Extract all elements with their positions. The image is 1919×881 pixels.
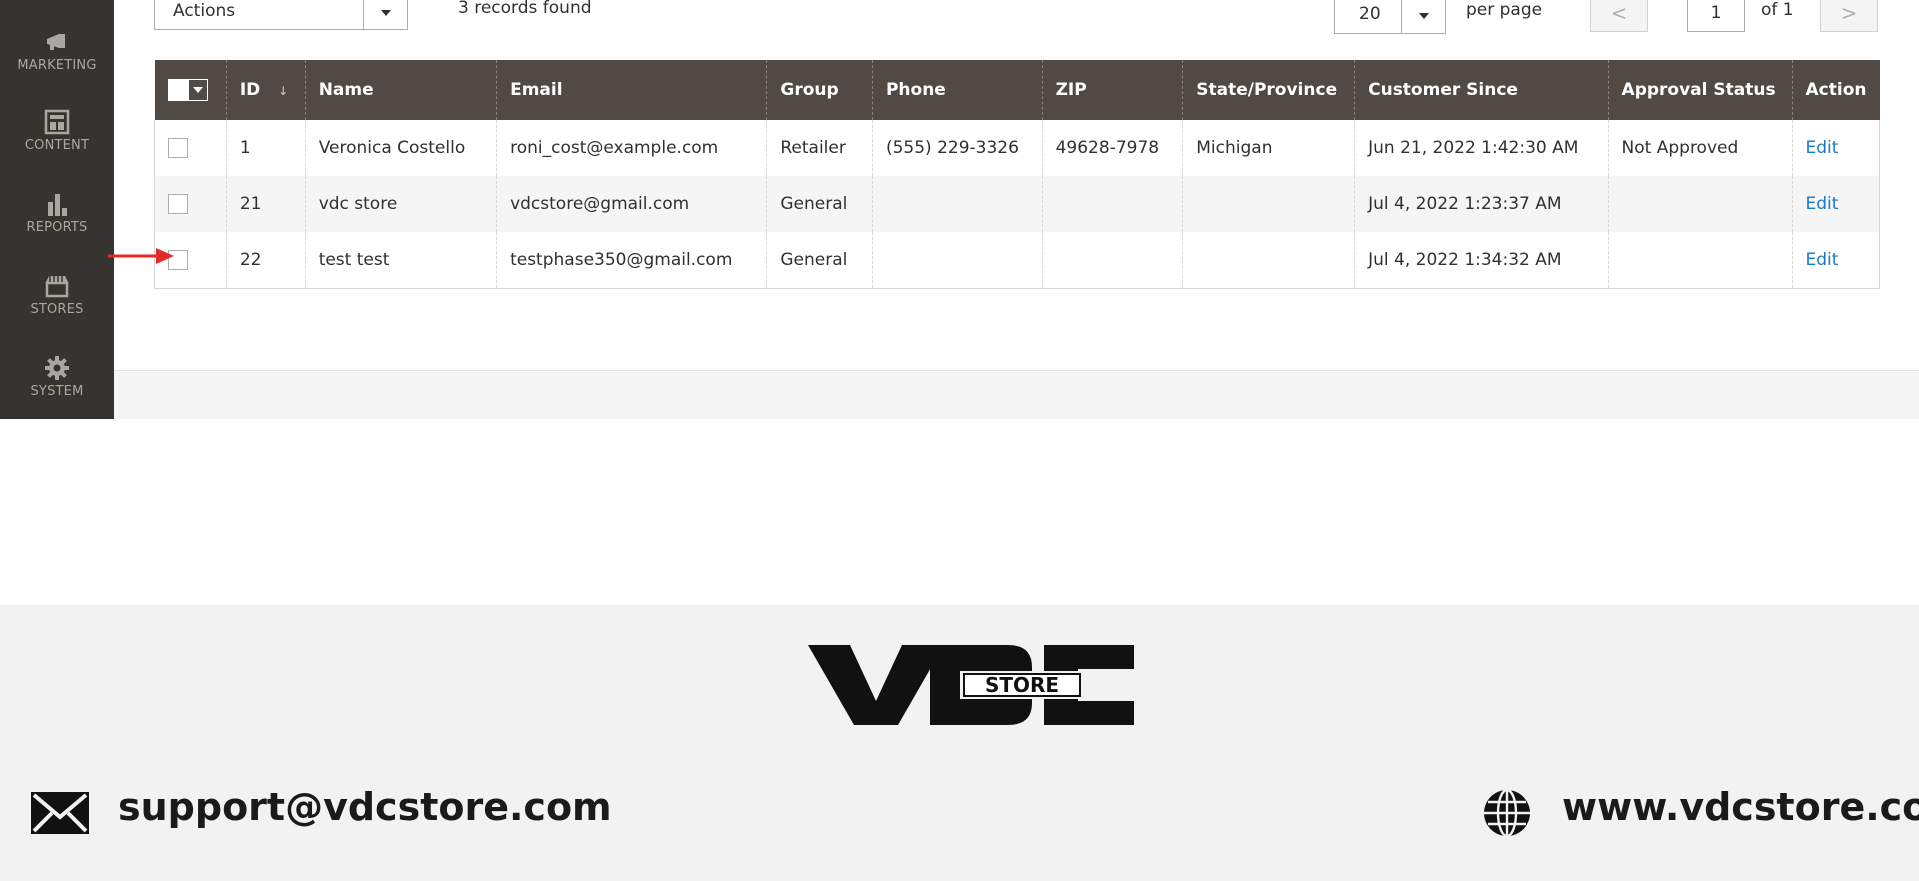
row-select-cell	[154, 120, 227, 176]
cell-group: General	[766, 232, 873, 289]
sidebar-item-label: CONTENT	[24, 138, 90, 153]
cell-phone	[871, 176, 1043, 232]
cell-customer-since: Jun 21, 2022 1:42:30 AM	[1354, 120, 1609, 176]
actions-dropdown-toggle[interactable]	[363, 0, 407, 29]
cell-id: 22	[225, 232, 306, 289]
grid-header-row: ID ↓ Name Email Group Phone ZIP State/Pro…	[154, 60, 1880, 120]
chevron-left-icon: <	[1610, 1, 1628, 25]
column-header-name[interactable]: Name	[304, 60, 497, 120]
edit-link[interactable]: Edit	[1806, 138, 1839, 158]
page-total: of 1	[1761, 0, 1794, 20]
previous-page-button[interactable]: <	[1590, 0, 1648, 32]
column-header-action: Action	[1791, 60, 1880, 120]
cell-id: 1	[225, 120, 306, 176]
sidebar-item-system[interactable]: SYSTEM	[0, 354, 114, 434]
promo-footer: STORE support@vdcstore.com www.vdcstore.…	[0, 605, 1919, 881]
cell-name: Veronica Costello	[304, 120, 497, 176]
cell-state	[1182, 176, 1355, 232]
sort-down-icon: ↓	[278, 84, 289, 98]
column-header-phone[interactable]: Phone	[871, 60, 1043, 120]
storefront-icon	[45, 276, 69, 298]
bar-chart-icon	[48, 194, 67, 216]
column-header-approval-status[interactable]: Approval Status	[1607, 60, 1793, 120]
cell-group: General	[766, 176, 873, 232]
table-row: 22 test test testphase350@gmail.com Gene…	[154, 232, 1881, 289]
website-url[interactable]: www.vdcstore.com	[1562, 785, 1919, 829]
cell-email: roni_cost@example.com	[496, 120, 767, 176]
actions-dropdown[interactable]: Actions	[154, 0, 408, 30]
layout-icon	[44, 109, 70, 135]
sidebar-item-reports[interactable]: REPORTS	[0, 190, 114, 270]
column-header-email[interactable]: Email	[496, 60, 767, 120]
cell-approval-status: Not Approved	[1607, 120, 1793, 176]
column-header-state[interactable]: State/Province	[1182, 60, 1355, 120]
records-count: 3 records found	[458, 0, 592, 18]
column-header-zip[interactable]: ZIP	[1041, 60, 1183, 120]
logo-badge-text: STORE	[985, 673, 1059, 697]
admin-sidebar: MARKETING CONTENT REPORTS STORES SYSTEM	[0, 0, 114, 419]
support-email[interactable]: support@vdcstore.com	[118, 785, 612, 829]
cell-zip	[1041, 176, 1183, 232]
megaphone-icon	[47, 34, 65, 50]
cell-phone: (555) 229-3326	[871, 120, 1043, 176]
mail-icon	[31, 792, 89, 834]
row-checkbox[interactable]	[168, 194, 188, 214]
cell-customer-since: Jul 4, 2022 1:34:32 AM	[1354, 232, 1609, 289]
edit-link[interactable]: Edit	[1806, 250, 1839, 270]
column-header-group[interactable]: Group	[766, 60, 873, 120]
globe-icon	[1484, 788, 1530, 838]
cell-name: vdc store	[304, 176, 497, 232]
cell-customer-since: Jul 4, 2022 1:23:37 AM	[1354, 176, 1609, 232]
sidebar-item-label: STORES	[30, 302, 84, 317]
chevron-right-icon: >	[1840, 1, 1858, 25]
cell-action: Edit	[1791, 232, 1881, 289]
sidebar-item-stores[interactable]: STORES	[0, 272, 114, 352]
cell-group: Retailer	[766, 120, 873, 176]
cell-state	[1182, 232, 1355, 289]
caret-down-icon	[1418, 13, 1429, 19]
red-arrow-annotation-icon	[108, 248, 174, 264]
admin-screenshot: MARKETING CONTENT REPORTS STORES SYSTEM …	[0, 0, 1919, 419]
per-page-label: per page	[1466, 0, 1543, 20]
cell-name: test test	[304, 232, 497, 289]
sidebar-item-label: MARKETING	[17, 58, 97, 73]
cell-phone	[871, 232, 1043, 289]
gear-icon	[45, 356, 69, 380]
cell-email: testphase350@gmail.com	[496, 232, 767, 289]
per-page-value: 20	[1359, 4, 1381, 24]
cell-id: 21	[225, 176, 306, 232]
mass-select-header[interactable]	[154, 60, 227, 120]
table-row: 21 vdc store vdcstore@gmail.com General …	[154, 176, 1881, 232]
cell-zip: 49628-7978	[1041, 120, 1183, 176]
vdc-store-logo: STORE	[808, 645, 1134, 725]
sidebar-item-label: REPORTS	[26, 220, 88, 235]
cell-action: Edit	[1791, 120, 1881, 176]
customer-grid: ID ↓ Name Email Group Phone ZIP State/Pro…	[154, 60, 1881, 289]
mass-select-dropdown[interactable]	[167, 79, 208, 101]
sidebar-item-marketing[interactable]: MARKETING	[0, 28, 114, 108]
per-page-dropdown[interactable]: 20	[1334, 0, 1446, 34]
customer-grid-panel: Actions 3 records found 20 per page < 1 …	[114, 0, 1919, 419]
sidebar-item-label: SYSTEM	[30, 384, 84, 399]
page-footer-area	[114, 371, 1919, 419]
next-page-button[interactable]: >	[1820, 0, 1878, 32]
sidebar-item-content[interactable]: CONTENT	[0, 108, 114, 188]
cell-zip	[1041, 232, 1183, 289]
row-select-cell	[154, 176, 227, 232]
cell-action: Edit	[1791, 176, 1881, 232]
page-number-input[interactable]: 1	[1687, 0, 1745, 32]
per-page-toggle[interactable]	[1401, 0, 1445, 33]
caret-down-icon	[192, 87, 203, 93]
column-header-id[interactable]: ID ↓	[225, 60, 306, 120]
row-checkbox[interactable]	[168, 138, 188, 158]
table-row: 1 Veronica Costello roni_cost@example.co…	[154, 120, 1881, 176]
column-header-customer-since[interactable]: Customer Since	[1354, 60, 1609, 120]
cell-approval-status	[1607, 232, 1793, 289]
actions-dropdown-label: Actions	[173, 1, 236, 21]
edit-link[interactable]: Edit	[1806, 194, 1839, 214]
caret-down-icon	[380, 10, 391, 16]
cell-email: vdcstore@gmail.com	[496, 176, 767, 232]
cell-approval-status	[1607, 176, 1793, 232]
cell-state: Michigan	[1182, 120, 1355, 176]
